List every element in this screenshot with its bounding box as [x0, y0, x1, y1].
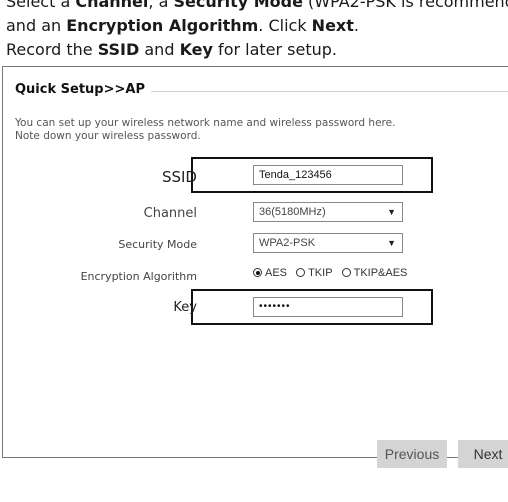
security-mode-selected-value: WPA2-PSK — [259, 237, 316, 249]
instruction-text-segment: . — [353, 16, 359, 35]
security-mode-select[interactable]: WPA2-PSK ▼ — [253, 233, 403, 253]
encryption-row: Encryption Algorithm AES TKIP TKIP&AES — [3, 265, 463, 291]
chevron-down-icon: ▼ — [387, 238, 396, 248]
instruction-text-segment: for later setup. — [212, 40, 338, 59]
instruction-bold-term: Channel — [75, 0, 149, 11]
key-input[interactable]: ••••••• — [253, 297, 403, 317]
encryption-option-label: TKIP&AES — [353, 267, 408, 279]
panel-description-line: Note down your wireless password. — [15, 130, 201, 142]
panel-description-line: You can set up your wireless network nam… — [15, 117, 396, 129]
quick-setup-panel: Quick Setup>>AP You can set up your wire… — [2, 66, 508, 458]
instruction-bold-term: Next — [311, 16, 354, 35]
instruction-bold-term: SSID — [97, 40, 140, 59]
instruction-text-segment: and an — [6, 16, 67, 35]
encryption-option-tkip[interactable]: TKIP — [296, 267, 333, 279]
encryption-option-tkip-aes[interactable]: TKIP&AES — [341, 267, 408, 279]
instruction-bold-term: Encryption Algorithm — [66, 16, 259, 35]
radio-selected-icon[interactable] — [253, 268, 262, 277]
instruction-text: Select a Channel, a Security Mode (WPA2-… — [6, 0, 508, 62]
instruction-line-2: and an Encryption Algorithm. Click Next. — [6, 14, 508, 38]
channel-label: Channel — [143, 206, 197, 221]
security-mode-row: Security Mode WPA2-PSK ▼ — [3, 233, 463, 259]
radio-icon[interactable] — [341, 268, 351, 277]
ssid-input[interactable]: Tenda_123456 — [253, 165, 403, 185]
channel-select[interactable]: 36(5180MHz) ▼ — [253, 202, 403, 222]
chevron-down-icon: ▼ — [387, 207, 396, 217]
encryption-option-label: AES — [265, 267, 288, 279]
instruction-text-segment: (WPA2-PSK is recommended), — [308, 0, 508, 11]
key-row: Key ••••••• — [3, 297, 463, 323]
ssid-row: SSID Tenda_123456 — [3, 165, 463, 191]
instruction-text-segment: Select a — [6, 0, 76, 11]
encryption-label: Encryption Algorithm — [80, 270, 197, 283]
instruction-line-3: Record the SSID and Key for later setup. — [6, 38, 508, 62]
panel-description: You can set up your wireless network nam… — [15, 117, 395, 143]
security-mode-label: Security Mode — [118, 238, 197, 251]
encryption-radio-group: AES TKIP TKIP&AES — [253, 267, 413, 279]
instruction-bold-term: Security Mode — [173, 0, 303, 11]
encryption-option-label: TKIP — [308, 267, 333, 279]
ssid-label: SSID — [161, 168, 197, 186]
instruction-text-segment: , a — [148, 0, 174, 11]
instruction-bold-term: Key — [179, 40, 213, 59]
channel-selected-value: 36(5180MHz) — [259, 206, 326, 218]
instruction-text-segment: Record the — [6, 40, 98, 59]
key-label: Key — [173, 300, 197, 315]
instruction-text-segment: and — [139, 40, 180, 59]
panel-title-divider — [133, 91, 508, 92]
channel-row: Channel 36(5180MHz) ▼ — [3, 202, 463, 228]
instruction-text-segment: . Click — [258, 16, 312, 35]
radio-icon[interactable] — [296, 268, 306, 277]
previous-button[interactable]: Previous — [377, 440, 447, 468]
encryption-option-aes[interactable]: AES — [253, 267, 287, 279]
instruction-line-1: Select a Channel, a Security Mode (WPA2-… — [6, 0, 508, 14]
panel-title: Quick Setup>>AP — [15, 82, 151, 97]
next-button[interactable]: Next — [458, 440, 508, 468]
